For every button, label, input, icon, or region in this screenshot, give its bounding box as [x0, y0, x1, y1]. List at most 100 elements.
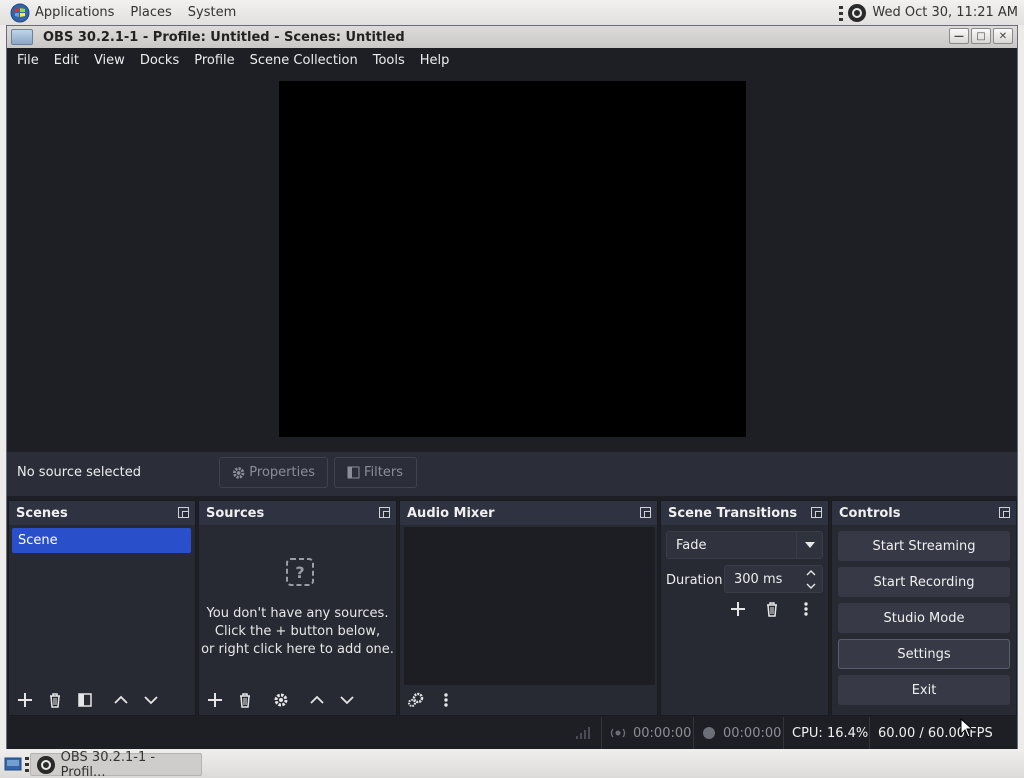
- sources-list[interactable]: ? You don't have any sources. Click the …: [199, 525, 396, 715]
- controls-title: Controls: [839, 505, 901, 521]
- advanced-audio-button[interactable]: [404, 688, 428, 712]
- mouse-pointer-icon: [960, 718, 974, 738]
- audio-mixer-body: [400, 525, 657, 715]
- scenes-dock-title: Scenes: [9, 501, 195, 525]
- remove-source-button[interactable]: [233, 688, 257, 712]
- trash-icon: [50, 693, 60, 708]
- undock-icon[interactable]: [178, 507, 189, 518]
- scenes-dock: Scenes Scene: [8, 500, 196, 716]
- studio-mode-button[interactable]: Studio Mode: [838, 603, 1010, 633]
- add-transition-button[interactable]: [726, 597, 750, 621]
- undock-icon[interactable]: [379, 507, 390, 518]
- maximize-button[interactable]: □: [971, 28, 991, 44]
- source-properties-button[interactable]: [269, 688, 293, 712]
- scene-filters-button[interactable]: [73, 688, 97, 712]
- menu-file[interactable]: File: [17, 53, 39, 68]
- menu-view[interactable]: View: [94, 53, 125, 68]
- filter-icon: [347, 466, 360, 479]
- mixer-menu-button[interactable]: [434, 688, 458, 712]
- source-status: No source selected: [17, 465, 141, 480]
- add-scene-button[interactable]: [13, 688, 37, 712]
- plus-icon: [731, 602, 745, 616]
- audio-mixer-dock: Audio Mixer: [399, 500, 658, 716]
- svg-text:?: ?: [295, 563, 304, 582]
- signal-bars-icon: [576, 727, 590, 739]
- panel-tray: Wed Oct 30, 11:21 AM: [838, 0, 1024, 25]
- filters-button[interactable]: Filters: [334, 457, 417, 488]
- scenes-list[interactable]: Scene: [9, 525, 195, 715]
- gear-icon: [274, 693, 288, 707]
- scene-transitions-body: Fade Duration 300 ms: [661, 525, 828, 715]
- record-status: 00:00:00: [693, 717, 781, 749]
- chevron-down-icon: [340, 696, 354, 705]
- obs-tray-icon[interactable]: [848, 3, 867, 22]
- preview-area[interactable]: [7, 72, 1017, 452]
- panel-menu-system[interactable]: System: [188, 5, 236, 20]
- scene-transitions-title: Scene Transitions: [668, 505, 798, 521]
- scenes-toolbar: [9, 685, 195, 715]
- panel-menu-places[interactable]: Places: [130, 5, 171, 20]
- undock-icon[interactable]: [999, 507, 1010, 518]
- obs-window: OBS 30.2.1-1 - Profile: Untitled - Scene…: [6, 25, 1018, 749]
- window-title: OBS 30.2.1-1 - Profile: Untitled - Scene…: [43, 29, 405, 45]
- transition-selected: Fade: [676, 537, 707, 553]
- panel-clock[interactable]: Wed Oct 30, 11:21 AM: [872, 5, 1018, 20]
- panel-menu-applications[interactable]: Applications: [35, 5, 114, 20]
- panel-menu: Applications Places System: [0, 0, 252, 25]
- menu-edit[interactable]: Edit: [54, 53, 79, 68]
- scenes-title: Scenes: [16, 505, 68, 521]
- menu-tools[interactable]: Tools: [373, 53, 405, 68]
- cpu-usage: CPU: 16.4%: [792, 725, 869, 741]
- exit-button[interactable]: Exit: [838, 675, 1010, 705]
- tray-handle-icon: [839, 5, 844, 21]
- remove-scene-button[interactable]: [43, 688, 67, 712]
- settings-button[interactable]: Settings: [838, 639, 1010, 669]
- menubar: File Edit View Docks Profile Scene Colle…: [7, 48, 1017, 72]
- show-desktop-icon[interactable]: [4, 755, 22, 773]
- move-scene-down-button[interactable]: [139, 688, 163, 712]
- bottom-taskbar: OBS 30.2.1-1 - Profil...: [0, 750, 1024, 778]
- trash-icon: [240, 693, 250, 708]
- scene-transitions-dock: Scene Transitions Fade Duration 300 ms: [660, 500, 829, 716]
- window-menu-icon[interactable]: [11, 29, 33, 45]
- scene-item-label: Scene: [18, 533, 58, 548]
- menu-scene-collection[interactable]: Scene Collection: [250, 53, 358, 68]
- stream-icon: [610, 728, 626, 738]
- gnome-logo-icon[interactable]: [10, 3, 30, 23]
- remove-transition-button[interactable]: [760, 597, 784, 621]
- mixer-list[interactable]: [404, 527, 655, 685]
- chevron-down-icon[interactable]: [806, 583, 816, 589]
- minimize-button[interactable]: —: [949, 28, 969, 44]
- undock-icon[interactable]: [640, 507, 651, 518]
- start-recording-button[interactable]: Start Recording: [838, 567, 1010, 597]
- transition-select[interactable]: Fade: [666, 531, 823, 559]
- duration-stepper[interactable]: [800, 566, 822, 592]
- start-streaming-button[interactable]: Start Streaming: [838, 531, 1010, 561]
- program-preview[interactable]: [279, 81, 746, 437]
- gears-icon: [408, 692, 424, 707]
- move-scene-up-button[interactable]: [109, 688, 133, 712]
- more-vertical-icon: [804, 602, 808, 616]
- move-source-down-button[interactable]: [335, 688, 359, 712]
- duration-value: 300 ms: [734, 571, 783, 587]
- scene-item[interactable]: Scene: [12, 528, 191, 553]
- properties-button[interactable]: Properties: [219, 457, 328, 488]
- move-source-up-button[interactable]: [305, 688, 329, 712]
- gear-icon: [232, 466, 245, 479]
- menu-docks[interactable]: Docks: [140, 53, 179, 68]
- undock-icon[interactable]: [811, 507, 822, 518]
- filters-label: Filters: [364, 465, 403, 480]
- chevron-up-icon[interactable]: [806, 569, 816, 576]
- window-titlebar[interactable]: OBS 30.2.1-1 - Profile: Untitled - Scene…: [7, 26, 1017, 48]
- chevron-up-icon: [310, 695, 324, 704]
- fps-value: 60.00 / 60.00 FPS: [878, 725, 993, 741]
- add-source-button[interactable]: [203, 688, 227, 712]
- menu-profile[interactable]: Profile: [194, 53, 234, 68]
- duration-spinbox[interactable]: 300 ms: [724, 565, 823, 593]
- transition-menu-button[interactable]: [794, 597, 818, 621]
- filter-icon: [78, 693, 92, 707]
- menu-help[interactable]: Help: [420, 53, 450, 68]
- empty-line-3: or right click here to add one.: [201, 642, 394, 657]
- close-button[interactable]: ✕: [993, 28, 1013, 44]
- taskbar-obs-window[interactable]: OBS 30.2.1-1 - Profil...: [30, 750, 202, 778]
